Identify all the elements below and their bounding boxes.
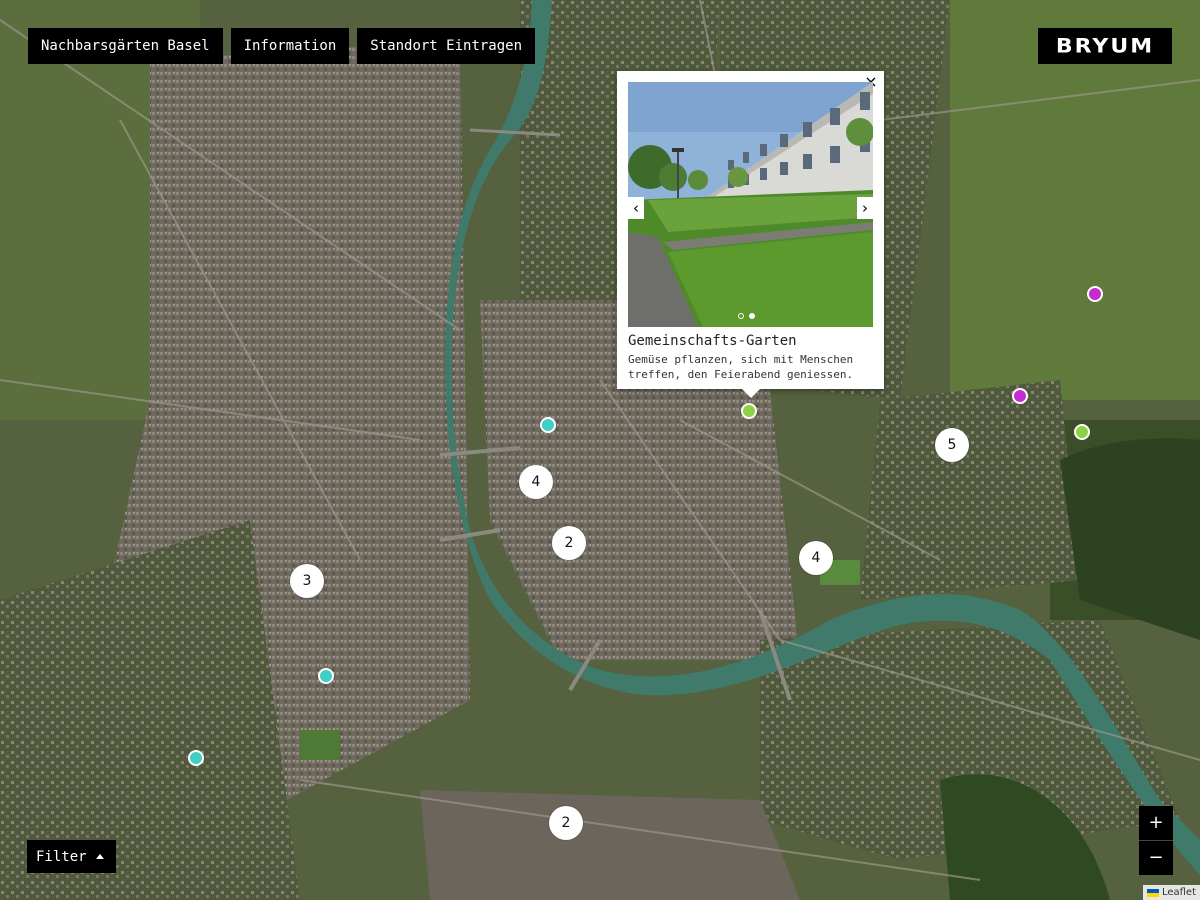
caret-up-icon bbox=[95, 854, 104, 859]
logo-text: BRYUM bbox=[1055, 34, 1155, 58]
marker-cluster[interactable]: 4 bbox=[519, 465, 553, 499]
filter-button[interactable]: Filter bbox=[27, 840, 116, 873]
map-aerial-background[interactable] bbox=[0, 0, 1200, 900]
garden-marker-teal[interactable] bbox=[318, 668, 334, 684]
marker-cluster[interactable]: 5 bbox=[935, 428, 969, 462]
marker-cluster[interactable]: 2 bbox=[552, 526, 586, 560]
garden-description: Gemüse pflanzen, sich mit Menschen treff… bbox=[628, 353, 854, 381]
nav-information[interactable]: Information bbox=[230, 28, 350, 64]
zoom-out-button[interactable]: − bbox=[1139, 841, 1173, 875]
garden-marker-magenta[interactable] bbox=[1087, 286, 1103, 302]
garden-photo-image bbox=[628, 82, 873, 327]
chevron-left-icon[interactable]: ‹ bbox=[628, 197, 644, 219]
zoom-in-button[interactable]: + bbox=[1139, 806, 1173, 840]
garden-marker-magenta[interactable] bbox=[1012, 388, 1028, 404]
top-nav: Nachbarsgärten Basel Information Standor… bbox=[28, 28, 536, 64]
chevron-right-icon[interactable]: › bbox=[857, 197, 873, 219]
marker-cluster[interactable]: 4 bbox=[799, 541, 833, 575]
nav-standort-eintragen[interactable]: Standort Eintragen bbox=[357, 28, 536, 64]
carousel-dot-2[interactable] bbox=[749, 313, 755, 319]
map-attribution: Leaflet bbox=[1142, 885, 1200, 900]
leaflet-link[interactable]: Leaflet bbox=[1162, 885, 1196, 900]
marker-cluster[interactable]: 3 bbox=[290, 564, 324, 598]
nav-nachbarsgaerten-basel[interactable]: Nachbarsgärten Basel bbox=[28, 28, 223, 64]
garden-marker-green-selected[interactable] bbox=[741, 403, 757, 419]
garden-photo bbox=[628, 82, 873, 327]
carousel-dot-1[interactable] bbox=[738, 313, 744, 319]
zoom-control: + − bbox=[1139, 806, 1173, 875]
garden-marker-teal[interactable] bbox=[540, 417, 556, 433]
bryum-logo[interactable]: BRYUM bbox=[1038, 28, 1172, 64]
garden-marker-teal[interactable] bbox=[188, 750, 204, 766]
ukraine-flag-icon bbox=[1146, 888, 1159, 897]
filter-label: Filter bbox=[36, 848, 87, 865]
garden-marker-green[interactable] bbox=[1074, 424, 1090, 440]
carousel-dots bbox=[738, 313, 755, 319]
garden-title: Gemeinschafts-Garten bbox=[628, 333, 797, 349]
popup-pointer bbox=[742, 389, 760, 398]
marker-cluster[interactable]: 2 bbox=[549, 806, 583, 840]
garden-popup: × ‹ › Gemeinschafts-Garten Gemüse pflanz… bbox=[617, 71, 884, 389]
